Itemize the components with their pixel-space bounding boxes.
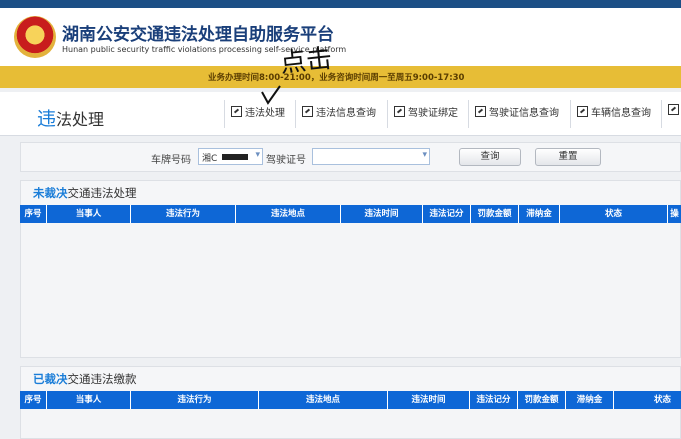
nav-divider	[661, 100, 662, 128]
top-bar	[0, 0, 681, 8]
settled-title: 已裁决交通违法缴款	[33, 371, 137, 387]
settled-table-body	[20, 409, 681, 439]
settled-title-highlight: 已裁决	[33, 372, 68, 386]
query-button[interactable]: 查询	[459, 148, 521, 166]
police-emblem-icon: ★	[14, 16, 56, 58]
col-header: 违法行为	[131, 205, 236, 223]
page-title: 违法处理	[37, 104, 104, 131]
nav-divider	[387, 100, 388, 128]
col-header: 滞纳金	[519, 205, 560, 223]
settled-title-rest: 交通违法缴款	[67, 372, 137, 386]
col-header: 滞纳金	[566, 391, 614, 409]
chevron-down-icon: ▾	[255, 150, 260, 160]
business-hours-text: 业务办理时间8:00-21:00，业务咨询时间周一至周五9:00-17:30	[208, 73, 465, 83]
col-header: 违法地点	[259, 391, 388, 409]
col-header: 序号	[20, 205, 47, 223]
site-subtitle: Hunan public security traffic violations…	[62, 45, 347, 54]
unsettled-table-header: 序号 当事人 违法行为 违法地点 违法时间 违法记分 罚款金额 滞纳金 状态 操	[20, 205, 681, 223]
unsettled-title: 未裁决交通违法处理	[33, 185, 137, 201]
reset-button[interactable]: 重置	[535, 148, 601, 166]
col-header: 罚款金额	[471, 205, 519, 223]
col-header: 违法行为	[131, 391, 259, 409]
unsettled-table-body	[20, 223, 681, 358]
site-header: ★ 湖南公安交通违法处理自助服务平台 Hunan public security…	[0, 8, 681, 66]
col-header: 违法记分	[423, 205, 471, 223]
nav-bar: 违法处理 违法处理 违法信息查询 驾驶证绑定 驾驶证信息查询 车辆信息查询	[0, 92, 681, 136]
arrow-box-icon	[475, 106, 486, 117]
site-title: 湖南公安交通违法处理自助服务平台	[62, 25, 334, 45]
nav-vehicle-query[interactable]: 车辆信息查询	[577, 104, 651, 124]
nav-label: 违法处理	[245, 108, 285, 119]
col-header: 违法时间	[341, 205, 423, 223]
nav-divider	[468, 100, 469, 128]
settled-table-header: 序号 当事人 违法行为 违法地点 违法时间 违法记分 罚款金额 滞纳金 状态	[20, 391, 681, 409]
redaction-bar	[222, 154, 249, 160]
business-hours-banner: 业务办理时间8:00-21:00，业务咨询时间周一至周五9:00-17:30	[0, 66, 681, 88]
nav-divider	[224, 100, 225, 128]
nav-more[interactable]	[668, 104, 681, 124]
col-header: 当事人	[47, 391, 131, 409]
col-header: 当事人	[47, 205, 131, 223]
nav-label: 违法信息查询	[316, 108, 376, 119]
arrow-box-icon	[668, 104, 679, 115]
col-header: 操	[670, 209, 679, 219]
plate-value: 湘C	[202, 154, 218, 164]
page-title-highlight: 违	[37, 108, 57, 130]
nav-license-query[interactable]: 驾驶证信息查询	[475, 104, 559, 124]
search-panel: 车牌号码 湘C ▾ 驾驶证号 ▾ 查询 重置	[20, 142, 681, 172]
arrow-box-icon	[231, 106, 242, 117]
nav-label: 驾驶证绑定	[408, 108, 458, 119]
plate-select[interactable]: 湘C ▾	[198, 148, 263, 165]
col-header: 违法时间	[388, 391, 470, 409]
arrow-box-icon	[394, 106, 405, 117]
nav-violation-handling[interactable]: 违法处理	[231, 104, 285, 124]
license-label: 驾驶证号	[266, 155, 306, 166]
unsettled-title-highlight: 未裁决	[33, 186, 68, 200]
nav-label: 车辆信息查询	[591, 108, 651, 119]
nav-divider	[295, 100, 296, 128]
col-header: 状态	[560, 205, 668, 223]
col-header: 违法记分	[470, 391, 518, 409]
plate-label: 车牌号码	[151, 155, 191, 166]
nav-license-bind[interactable]: 驾驶证绑定	[394, 104, 458, 124]
page-title-rest: 法处理	[56, 110, 105, 129]
col-header: 罚款金额	[518, 391, 566, 409]
col-header: 序号	[20, 391, 47, 409]
col-header: 状态	[653, 395, 671, 405]
nav-violation-query[interactable]: 违法信息查询	[302, 104, 376, 124]
arrow-box-icon	[577, 106, 588, 117]
license-select[interactable]: ▾	[312, 148, 430, 165]
nav-divider	[570, 100, 571, 128]
col-header: 违法地点	[236, 205, 341, 223]
arrow-box-icon	[302, 106, 313, 117]
chevron-down-icon: ▾	[422, 150, 427, 160]
nav-label: 驾驶证信息查询	[489, 108, 559, 119]
unsettled-title-rest: 交通违法处理	[67, 186, 137, 200]
